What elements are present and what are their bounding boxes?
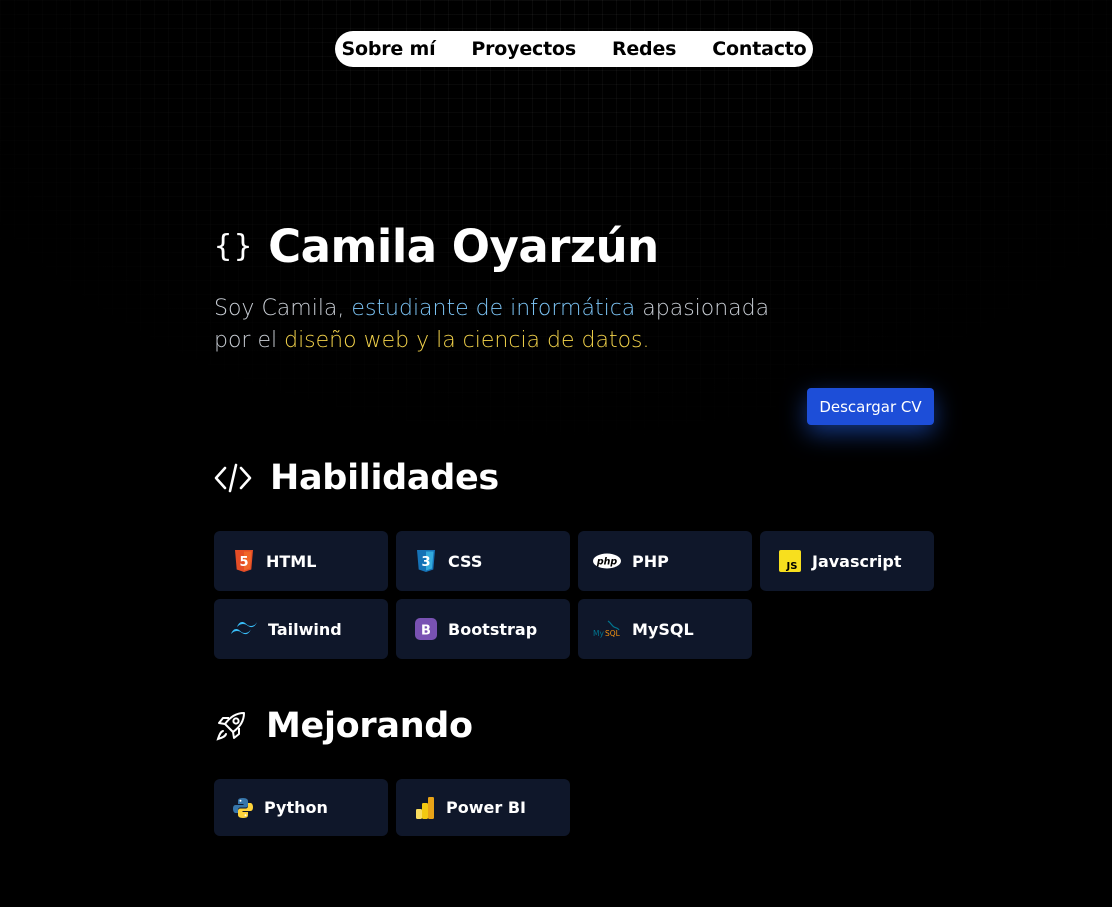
- improving-title: Mejorando: [266, 706, 473, 746]
- nav-link-sobre-mi[interactable]: Sobre mí: [341, 38, 435, 60]
- skill-chip-mysql: My SQL MySQL: [578, 599, 752, 659]
- skill-label-tailwind: Tailwind: [268, 619, 342, 639]
- improving-heading: Mejorando: [214, 706, 473, 746]
- skill-chip-javascript: JS Javascript: [760, 531, 934, 591]
- hero-heading: {} Camila Oyarzún: [214, 218, 659, 274]
- top-nav: Sobre mí Proyectos Redes Contacto: [335, 31, 813, 67]
- nav-link-redes[interactable]: Redes: [612, 38, 677, 60]
- svg-text:php: php: [596, 557, 618, 568]
- skills-title: Habilidades: [270, 458, 499, 498]
- skill-chip-html: 5 HTML: [214, 531, 388, 591]
- learning-label-powerbi: Power BI: [446, 798, 526, 817]
- powerbi-icon: [414, 796, 436, 820]
- python-icon: [232, 796, 254, 820]
- svg-text:My: My: [593, 629, 604, 638]
- learning-chip-python: Python: [214, 779, 388, 836]
- svg-text:SQL: SQL: [605, 629, 621, 638]
- intro-highlight-studies: estudiante de informática: [351, 296, 636, 321]
- intro-part-1: Soy Camila,: [214, 296, 352, 321]
- svg-text:JS: JS: [786, 561, 798, 572]
- learning-chip-powerbi: Power BI: [396, 779, 570, 836]
- skill-chip-tailwind: Tailwind: [214, 599, 388, 659]
- skill-chip-bootstrap: B Bootstrap: [396, 599, 570, 659]
- css3-icon: 3: [414, 549, 438, 573]
- svg-text:5: 5: [239, 555, 248, 570]
- skill-label-html: HTML: [266, 551, 317, 571]
- code-icon: [214, 459, 252, 497]
- tailwind-icon: [230, 617, 258, 641]
- svg-text:3: 3: [421, 555, 430, 570]
- javascript-icon: JS: [778, 549, 802, 573]
- page-title: Camila Oyarzún: [268, 219, 659, 273]
- rocket-icon: [214, 709, 248, 743]
- curly-braces-icon: {}: [214, 228, 255, 264]
- skill-chip-css: 3 CSS: [396, 531, 570, 591]
- skill-chip-php: php PHP: [578, 531, 752, 591]
- svg-text:B: B: [421, 624, 431, 639]
- skill-label-javascript: Javascript: [812, 551, 902, 571]
- download-cv-button[interactable]: Descargar CV: [807, 388, 934, 425]
- html5-icon: 5: [232, 549, 256, 573]
- php-icon: php: [592, 549, 622, 573]
- background-vignette: [0, 0, 1112, 907]
- intro-text: Soy Camila, estudiante de informática ap…: [214, 293, 774, 357]
- learning-label-python: Python: [264, 798, 328, 817]
- skill-label-php: PHP: [632, 551, 669, 571]
- nav-link-proyectos[interactable]: Proyectos: [471, 38, 576, 60]
- bootstrap-icon: B: [414, 617, 438, 641]
- skills-heading: Habilidades: [214, 458, 499, 498]
- skill-label-mysql: MySQL: [632, 619, 694, 639]
- nav-link-contacto[interactable]: Contacto: [712, 38, 806, 60]
- intro-highlight-interests: diseño web y la ciencia de datos.: [284, 328, 650, 353]
- skill-label-css: CSS: [448, 551, 483, 571]
- skill-label-bootstrap: Bootstrap: [448, 619, 538, 639]
- mysql-icon: My SQL: [592, 617, 622, 641]
